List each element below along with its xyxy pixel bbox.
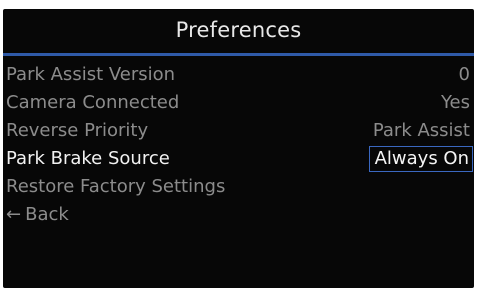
page-title: Preferences <box>175 18 302 42</box>
back-button[interactable]: ← Back <box>3 201 474 229</box>
park-brake-source-selector[interactable]: Always On <box>368 146 473 172</box>
back-label: Back <box>25 204 69 225</box>
menu-item-restore-factory-settings[interactable]: Restore Factory Settings <box>3 173 474 201</box>
menu-item-label: Camera Connected <box>6 92 180 113</box>
menu-item-label: Park Brake Source <box>6 148 170 169</box>
menu-item-value: Yes <box>440 92 470 113</box>
menu-item-label: Park Assist Version <box>6 64 176 85</box>
menu-item-park-assist-version[interactable]: Park Assist Version 0 <box>3 61 474 89</box>
menu-item-camera-connected[interactable]: Camera Connected Yes <box>3 89 474 117</box>
title-divider <box>3 53 474 56</box>
preferences-screen: Preferences Park Assist Version 0 Camera… <box>3 9 474 288</box>
menu-item-value: 0 <box>458 64 470 85</box>
menu-item-label: Restore Factory Settings <box>6 176 226 197</box>
menu-item-value: Park Assist <box>372 120 470 141</box>
menu-item-label: Reverse Priority <box>6 120 149 141</box>
menu-item-park-brake-source[interactable]: Park Brake Source Always On <box>3 145 474 173</box>
back-arrow-icon: ← <box>6 204 22 225</box>
menu-item-reverse-priority[interactable]: Reverse Priority Park Assist <box>3 117 474 145</box>
